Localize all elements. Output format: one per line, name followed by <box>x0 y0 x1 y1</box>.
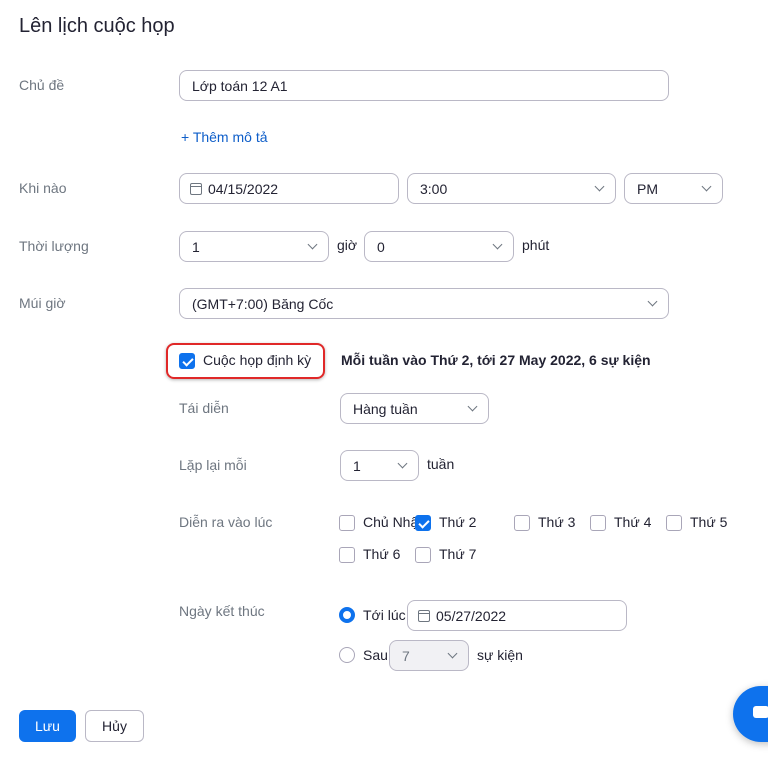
minutes-unit: phút <box>522 237 550 253</box>
end-date-picker[interactable]: 05/27/2022 <box>407 600 627 631</box>
topic-label: Chủ đề <box>19 77 65 93</box>
day-checkbox[interactable] <box>514 515 530 531</box>
time-value: 3:00 <box>420 180 448 197</box>
after-label: Sau <box>363 647 388 663</box>
topic-input[interactable]: Lớp toán 12 A1 <box>179 70 669 101</box>
chevron-down-icon <box>447 648 458 659</box>
day-label: Thứ 4 <box>614 514 652 530</box>
ampm-value: PM <box>637 180 658 197</box>
hours-select[interactable]: 1 <box>179 231 329 262</box>
minutes-select[interactable]: 0 <box>364 231 514 262</box>
day-label: Thứ 7 <box>439 546 477 562</box>
day-checkbox[interactable] <box>339 547 355 563</box>
chat-icon <box>753 706 768 718</box>
repeat-value: 1 <box>353 457 361 474</box>
after-unit: sự kiện <box>477 647 523 663</box>
after-count-select[interactable]: 7 <box>389 640 469 671</box>
chevron-down-icon <box>467 401 478 412</box>
occurs-label: Diễn ra vào lúc <box>179 514 273 530</box>
day-checkbox[interactable] <box>339 515 355 531</box>
ampm-select[interactable]: PM <box>624 173 723 204</box>
duration-label: Thời lượng <box>19 238 89 254</box>
chevron-down-icon <box>492 239 503 250</box>
time-select[interactable]: 3:00 <box>407 173 616 204</box>
repeat-label: Lặp lại mỗi <box>179 457 247 473</box>
day-label: Thứ 3 <box>538 514 576 530</box>
recurrence-label: Tái diễn <box>179 400 229 416</box>
end-date-value: 05/27/2022 <box>436 607 507 624</box>
end-label: Ngày kết thúc <box>179 603 265 619</box>
chevron-down-icon <box>594 181 605 192</box>
end-after-radio[interactable] <box>339 647 355 663</box>
topic-value: Lớp toán 12 A1 <box>192 77 288 94</box>
recurrence-summary: Mỗi tuần vào Thứ 2, tới 27 May 2022, 6 s… <box>341 352 651 368</box>
timezone-label: Múi giờ <box>19 295 66 311</box>
day-checkbox[interactable] <box>415 515 431 531</box>
day-label: Thứ 2 <box>439 514 477 530</box>
save-button[interactable]: Lưu <box>19 710 76 742</box>
hours-unit: giờ <box>337 237 358 253</box>
when-label: Khi nào <box>19 180 67 196</box>
day-checkbox[interactable] <box>666 515 682 531</box>
after-count-value: 7 <box>402 647 410 664</box>
recurrence-value: Hàng tuần <box>353 400 418 417</box>
add-description-link[interactable]: + Thêm mô tả <box>181 129 268 145</box>
chevron-down-icon <box>307 239 318 250</box>
day-label: Thứ 6 <box>363 546 401 562</box>
end-by-radio[interactable] <box>339 607 355 623</box>
minutes-value: 0 <box>377 238 385 255</box>
date-picker[interactable]: 04/15/2022 <box>179 173 399 204</box>
day-label: Thứ 5 <box>690 514 728 530</box>
timezone-select[interactable]: (GMT+7:00) Băng Cốc <box>179 288 669 319</box>
calendar-icon <box>418 609 430 622</box>
day-checkbox[interactable] <box>415 547 431 563</box>
day-checkbox[interactable] <box>590 515 606 531</box>
cancel-button[interactable]: Hủy <box>85 710 144 742</box>
chat-button[interactable] <box>733 686 768 742</box>
recurrence-select[interactable]: Hàng tuần <box>340 393 489 424</box>
repeat-select[interactable]: 1 <box>340 450 419 481</box>
timezone-value: (GMT+7:00) Băng Cốc <box>192 295 334 312</box>
page-title: Lên lịch cuộc họp <box>19 15 175 37</box>
day-label: Chủ Nhật <box>363 514 423 530</box>
hours-value: 1 <box>192 238 200 255</box>
chevron-down-icon <box>647 296 658 307</box>
date-value: 04/15/2022 <box>208 180 279 197</box>
recurring-checkbox[interactable] <box>179 353 195 369</box>
recurring-label: Cuộc họp định kỳ <box>203 352 312 368</box>
chevron-down-icon <box>397 458 408 469</box>
calendar-icon <box>190 182 202 195</box>
chevron-down-icon <box>701 181 712 192</box>
repeat-unit: tuần <box>427 456 455 472</box>
end-by-label: Tới lúc <box>363 607 406 623</box>
